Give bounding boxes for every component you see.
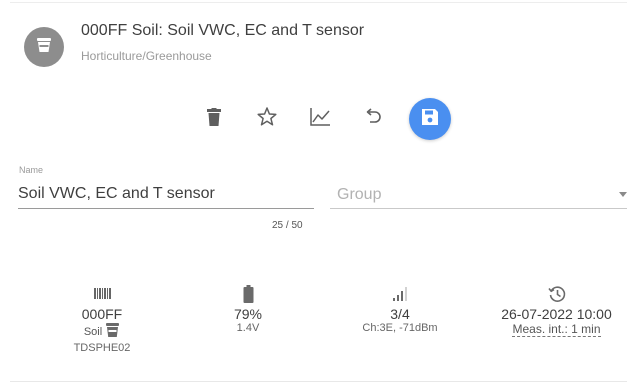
top-divider — [10, 2, 627, 3]
signal-detail: Ch:3E, -71dBm — [362, 322, 438, 334]
device-id-block: 000FF Soil TDSPHE02 — [56, 284, 148, 354]
chart-button[interactable] — [303, 102, 337, 136]
device-avatar — [24, 27, 64, 67]
device-id: 000FF — [81, 306, 123, 322]
delete-icon — [207, 107, 221, 131]
group-placeholder: Group — [337, 186, 382, 203]
battery-icon — [243, 284, 254, 306]
name-field-label: Name — [19, 165, 44, 175]
battery-voltage: 1.4V — [236, 322, 260, 334]
device-model: TDSPHE02 — [73, 342, 131, 354]
signal-level: 3/4 — [390, 306, 410, 322]
chart-icon — [309, 107, 331, 132]
soil-pot-icon — [105, 322, 120, 342]
star-icon — [257, 107, 277, 131]
battery-block: 79% 1.4V — [210, 284, 286, 334]
action-toolbar — [197, 98, 451, 140]
battery-percent: 79% — [233, 306, 263, 322]
save-icon — [421, 108, 439, 131]
save-button[interactable] — [409, 98, 451, 140]
chevron-down-icon — [619, 192, 627, 197]
signal-block: 3/4 Ch:3E, -71dBm — [340, 284, 460, 334]
last-seen-block: 26-07-2022 10:00 Meas. int.: 1 min — [486, 284, 627, 337]
measurement-interval-link[interactable]: Meas. int.: 1 min — [512, 323, 601, 337]
soil-pot-icon — [34, 35, 54, 60]
undo-icon — [364, 107, 382, 131]
name-field[interactable] — [18, 180, 314, 209]
undo-button[interactable] — [356, 102, 390, 136]
barcode-icon — [93, 288, 111, 302]
group-select[interactable]: Group — [330, 180, 627, 209]
device-detail-panel: 000FF Soil: Soil VWC, EC and T sensor Ho… — [0, 0, 627, 385]
delete-button[interactable] — [197, 102, 231, 136]
device-type: Soil — [83, 326, 103, 338]
signal-strength-icon — [392, 286, 408, 304]
favorite-button[interactable] — [250, 102, 284, 136]
history-icon — [547, 285, 566, 306]
bottom-divider — [10, 381, 627, 382]
name-char-counter: 25 / 50 — [272, 220, 303, 231]
device-category: Horticulture/Greenhouse — [81, 49, 212, 63]
device-title: 000FF Soil: Soil VWC, EC and T sensor — [81, 22, 365, 39]
last-seen-timestamp: 26-07-2022 10:00 — [501, 306, 612, 322]
